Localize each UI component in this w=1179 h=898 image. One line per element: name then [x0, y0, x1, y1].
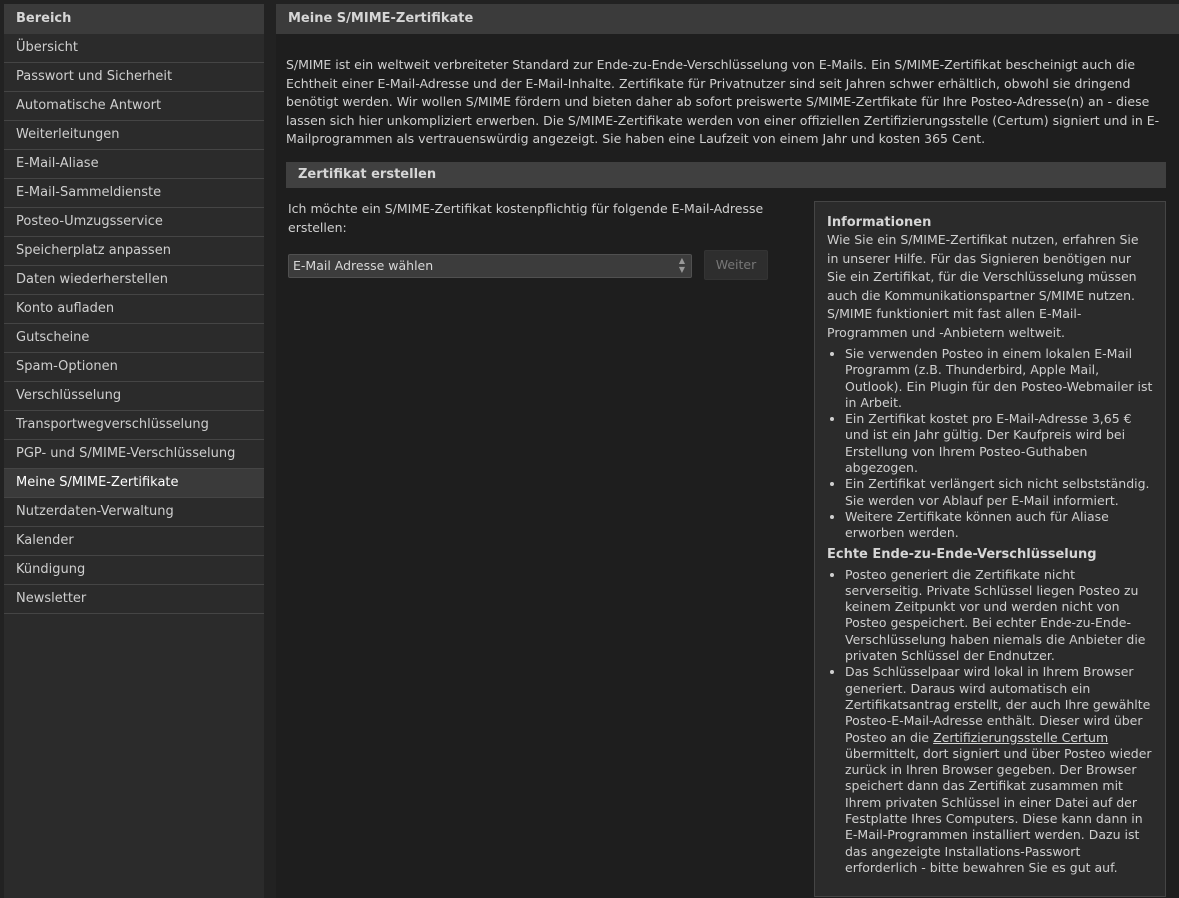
select-arrows-icon: ▲ ▼: [678, 256, 686, 274]
intro-text: S/MIME ist ein weltweit verbreiteter Sta…: [286, 57, 1160, 146]
sidebar-item-smime-zertifikate[interactable]: Meine S/MIME-Zertifikate: [4, 469, 264, 498]
sidebar-item-uebersicht[interactable]: Übersicht: [4, 34, 264, 63]
info-list-item: Weitere Zertifikate können auch für Alia…: [845, 509, 1153, 542]
info-heading: Informationen: [827, 215, 932, 230]
sidebar-item-sammeldienste[interactable]: E-Mail-Sammeldienste: [4, 179, 264, 208]
sidebar-item-kalender[interactable]: Kalender: [4, 527, 264, 556]
info-text: Wie Sie ein S/MIME-Zertifikat nutzen, er…: [827, 232, 1139, 340]
sidebar-title: Bereich: [4, 4, 264, 34]
email-select-value: E-Mail Adresse wählen: [293, 258, 434, 273]
sidebar-menu: Übersicht Passwort und Sicherheit Automa…: [4, 34, 264, 614]
sidebar-item-newsletter[interactable]: Newsletter: [4, 585, 264, 614]
e2e-list: Posteo generiert die Zertifikate nicht s…: [827, 567, 1153, 877]
sidebar-item-gutscheine[interactable]: Gutscheine: [4, 324, 264, 353]
next-button[interactable]: Weiter: [704, 250, 768, 280]
email-address-select[interactable]: E-Mail Adresse wählen ▲ ▼: [288, 254, 692, 278]
sidebar-item-speicherplatz[interactable]: Speicherplatz anpassen: [4, 237, 264, 266]
sidebar-item-passwort[interactable]: Passwort und Sicherheit: [4, 63, 264, 92]
sidebar-item-spam[interactable]: Spam-Optionen: [4, 353, 264, 382]
sidebar-item-verschluesselung[interactable]: Verschlüsselung: [4, 382, 264, 411]
sidebar-item-aliase[interactable]: E-Mail-Aliase: [4, 150, 264, 179]
e2e-list-item: Posteo generiert die Zertifikate nicht s…: [845, 567, 1153, 665]
section-title: Zertifikat erstellen: [286, 162, 1166, 188]
info-list-item: Ein Zertifikat verlängert sich nicht sel…: [845, 476, 1153, 509]
sidebar: Bereich Übersicht Passwort und Sicherhei…: [4, 4, 264, 898]
sidebar-item-wiederherstellen[interactable]: Daten wiederherstellen: [4, 266, 264, 295]
page-title: Meine S/MIME-Zertifikate: [276, 4, 1179, 34]
sidebar-item-umzugsservice[interactable]: Posteo-Umzugsservice: [4, 208, 264, 237]
info-box: Informationen Wie Sie ein S/MIME-Zertifi…: [814, 201, 1166, 897]
sidebar-item-weiterleitungen[interactable]: Weiterleitungen: [4, 121, 264, 150]
info-list: Sie verwenden Posteo in einem lokalen E-…: [827, 346, 1153, 542]
e2e-heading: Echte Ende-zu-Ende-Verschlüsselung: [827, 546, 1097, 562]
sidebar-item-autoantwort[interactable]: Automatische Antwort: [4, 92, 264, 121]
sidebar-item-kuendigung[interactable]: Kündigung: [4, 556, 264, 585]
certum-link[interactable]: Zertifizierungsstelle Certum: [933, 730, 1108, 745]
info-list-item: Sie verwenden Posteo in einem lokalen E-…: [845, 346, 1153, 411]
main-panel: Meine S/MIME-Zertifikate S/MIME ist ein …: [276, 4, 1179, 898]
e2e-text-after: übermittelt, dort signiert und über Post…: [845, 745, 1152, 875]
sidebar-item-nutzerdaten[interactable]: Nutzerdaten-Verwaltung: [4, 498, 264, 527]
sidebar-item-aufladen[interactable]: Konto aufladen: [4, 295, 264, 324]
sidebar-item-transportweg[interactable]: Transportwegverschlüsselung: [4, 411, 264, 440]
e2e-list-item: Das Schlüsselpaar wird lokal in Ihrem Br…: [845, 664, 1153, 876]
request-text: Ich möchte ein S/MIME-Zertifikat kostenp…: [288, 201, 764, 235]
info-list-item: Ein Zertifikat kostet pro E-Mail-Adresse…: [845, 411, 1153, 476]
sidebar-item-pgp-smime[interactable]: PGP- und S/MIME-Verschlüsselung: [4, 440, 264, 469]
